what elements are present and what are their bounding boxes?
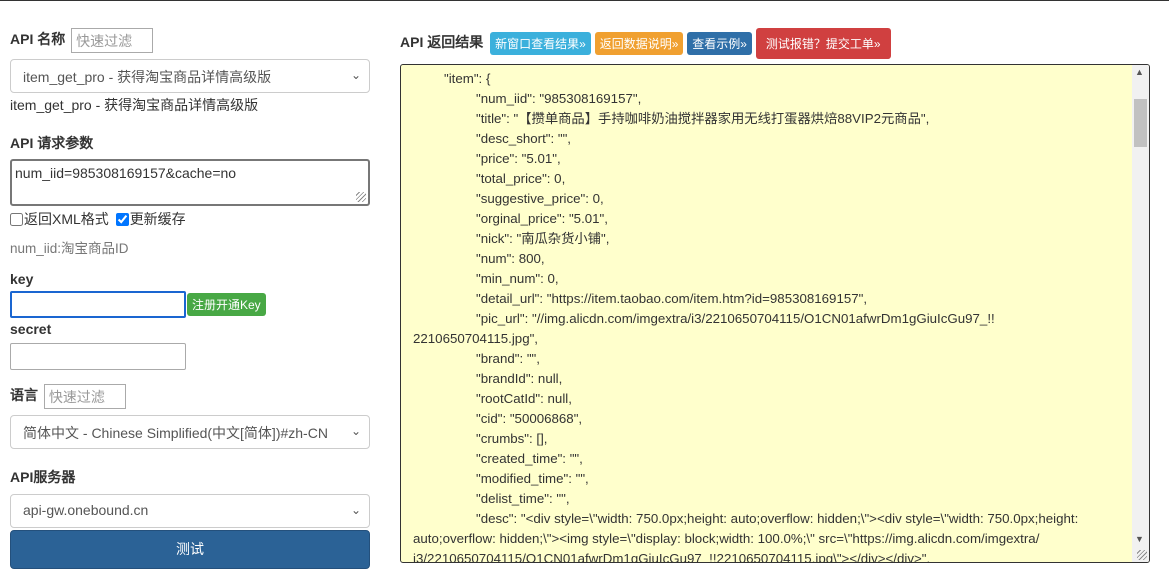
- api-select-value: item_get_pro - 获得淘宝商品详情高级版: [23, 69, 272, 85]
- param-hint: num_iid:淘宝商品ID: [10, 241, 129, 256]
- chevron-down-icon: ⌄: [350, 68, 361, 82]
- server-select-value: api-gw.onebound.cn: [23, 502, 149, 518]
- api-select[interactable]: item_get_pro - 获得淘宝商品详情高级版 ⌄: [10, 59, 370, 93]
- json-line: "total_price": 0,: [476, 171, 566, 186]
- json-line: auto;overflow: hidden;\"><img style=\"di…: [413, 531, 1040, 546]
- json-line: "cid": "50006868",: [476, 411, 583, 426]
- top-border: [0, 0, 1169, 1]
- json-line: "desc_short": "",: [476, 131, 572, 146]
- json-line: "crumbs": [],: [476, 431, 548, 446]
- params-label: API 请求参数: [10, 135, 94, 151]
- lang-row: 语言 快速过滤: [10, 384, 370, 409]
- server-label: API服务器: [10, 469, 76, 485]
- open-new-window-button[interactable]: 新窗口查看结果»: [490, 32, 591, 55]
- result-header: API 返回结果 新窗口查看结果» 返回数据说明» 查看示例» 测试报错？提交工…: [400, 28, 891, 59]
- key-label: key: [10, 271, 34, 287]
- test-button[interactable]: 测试: [10, 530, 370, 569]
- json-line: "suggestive_price": 0,: [476, 191, 604, 206]
- secret-input[interactable]: [10, 343, 186, 370]
- data-description-button[interactable]: 返回数据说明»: [594, 32, 684, 55]
- json-line: "orginal_price": "5.01",: [476, 211, 608, 226]
- server-select[interactable]: api-gw.onebound.cn ⌄: [10, 494, 370, 528]
- json-line: "title": "【攒单商品】手持咖啡奶油搅拌器家用无线打蛋器烘焙88VIP2…: [476, 111, 930, 126]
- scrollbar-thumb[interactable]: [1134, 99, 1147, 147]
- json-line: "item": {: [444, 71, 491, 86]
- scrollbar[interactable]: ▲ ▼: [1132, 65, 1149, 562]
- api-name-row: API 名称 快速过滤: [10, 28, 370, 53]
- lang-select[interactable]: 简体中文 - Chinese Simplified(中文[简体])#zh-CN ⌄: [10, 415, 370, 449]
- json-line: "num_iid": "985308169157",: [476, 91, 642, 106]
- params-textarea[interactable]: num_iid=985308169157&cache=no: [10, 159, 370, 206]
- chevron-down-icon: ⌄: [350, 503, 361, 517]
- lang-select-value: 简体中文 - Chinese Simplified(中文[简体])#zh-CN: [23, 425, 328, 441]
- json-line: "pic_url": "//img.alicdn.com/imgextra/i3…: [476, 311, 995, 326]
- scroll-up-icon[interactable]: ▲: [1135, 67, 1144, 77]
- api-filter-input[interactable]: 快速过滤: [71, 28, 154, 53]
- json-line: "delist_time": "",: [476, 491, 570, 506]
- options-row: 返回XML格式 更新缓存: [10, 209, 370, 229]
- xml-checkbox[interactable]: [10, 213, 23, 226]
- xml-label: 返回XML格式: [24, 211, 109, 227]
- json-line: "brandId": null,: [476, 371, 563, 386]
- key-row: 注册开通Key: [10, 291, 370, 318]
- api-description: item_get_pro - 获得淘宝商品详情高级版: [10, 97, 259, 113]
- lang-filter-input[interactable]: 快速过滤: [43, 384, 126, 409]
- result-content: "item": { "num_iid": "985308169157", "titl…: [413, 69, 1123, 563]
- json-line: 2210650704115.jpg",: [413, 331, 539, 346]
- register-key-button[interactable]: 注册开通Key: [187, 293, 266, 316]
- resize-grip-icon[interactable]: [1137, 550, 1147, 560]
- result-label: API 返回结果: [400, 34, 484, 51]
- key-input[interactable]: [10, 291, 186, 318]
- scroll-down-icon[interactable]: ▼: [1135, 534, 1144, 544]
- json-line: "price": "5.01",: [476, 151, 561, 166]
- chevron-down-icon: ⌄: [350, 424, 361, 438]
- json-line: "modified_time": "",: [476, 471, 589, 486]
- params-value: num_iid=985308169157&cache=no: [15, 165, 237, 181]
- cache-label: 更新缓存: [129, 211, 186, 227]
- json-line: i3/2210650704115/O1CN01afwrDm1gGiuIcGu97…: [413, 551, 931, 563]
- json-line: "brand": "",: [476, 351, 540, 366]
- json-line: "min_num": 0,: [476, 271, 559, 286]
- api-name-label: API 名称: [10, 31, 66, 48]
- json-line: "num": 800,: [476, 251, 545, 266]
- request-panel: API 名称 快速过滤 item_get_pro - 获得淘宝商品详情高级版 ⌄ …: [10, 28, 370, 528]
- lang-label: 语言: [10, 387, 38, 404]
- json-line: "detail_url": "https://item.taobao.com/i…: [476, 291, 868, 306]
- secret-label: secret: [10, 321, 52, 337]
- report-error-button[interactable]: 测试报错？提交工单»: [755, 28, 891, 59]
- json-line: "desc": "<div style=\"width: 750.0px;hei…: [476, 511, 1079, 526]
- secret-row: [10, 343, 370, 370]
- json-line: "nick": "南瓜杂货小铺",: [476, 231, 610, 246]
- json-line: "rootCatId": null,: [476, 391, 572, 406]
- json-line: "created_time": "",: [476, 451, 583, 466]
- result-textarea[interactable]: "item": { "num_iid": "985308169157", "titl…: [400, 64, 1150, 563]
- cache-checkbox[interactable]: [115, 213, 129, 226]
- resize-grip-icon[interactable]: [356, 192, 366, 202]
- view-example-button[interactable]: 查看示例»: [687, 32, 752, 55]
